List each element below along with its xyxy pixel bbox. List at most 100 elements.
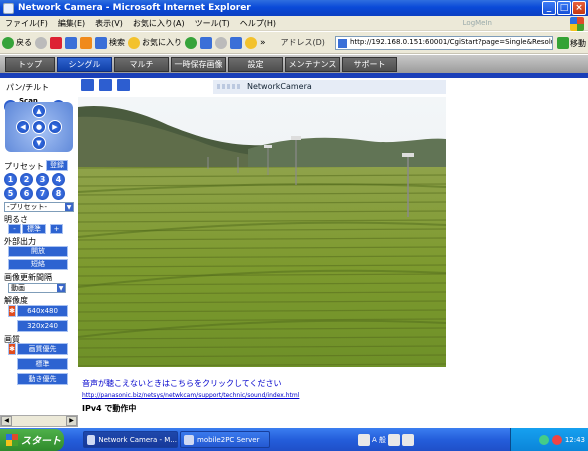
tab-support[interactable]: サポート [342, 56, 397, 72]
pan-tilt-pad: ▲ ◀ ● ▶ ▼ [5, 102, 73, 152]
motion-priority-button[interactable]: 動き優先 [17, 373, 68, 385]
pan-right-button[interactable]: ▶ [48, 120, 62, 134]
menu-favorites[interactable]: お気に入り(A) [128, 18, 190, 29]
close-button[interactable]: × [572, 1, 586, 15]
refresh-icon[interactable] [65, 36, 77, 49]
page-icon [338, 39, 347, 48]
tilt-up-button[interactable]: ▲ [32, 104, 46, 118]
ipv4-status: IPv4 で動作中 [82, 404, 137, 413]
menu-tools[interactable]: ツール(T) [190, 18, 235, 29]
zoom-icon[interactable] [98, 78, 113, 92]
menu-edit[interactable]: 編集(E) [53, 18, 90, 29]
camera-title-bar: NetworkCamera [213, 80, 446, 94]
windows-flag-icon [6, 433, 18, 446]
folder-icon[interactable] [245, 36, 257, 49]
resolution-320-button[interactable]: 320x240 [17, 320, 68, 332]
camera-live-image[interactable] [78, 97, 446, 367]
ime-icon[interactable] [358, 433, 370, 446]
preset-7-button[interactable]: 7 [36, 187, 49, 200]
search-icon [95, 36, 107, 49]
speaker-icon[interactable] [116, 78, 131, 92]
go-arrow-icon [557, 37, 569, 49]
horizontal-scrollbar[interactable]: ◀ ▶ [0, 415, 78, 427]
camera-name: NetworkCamera [247, 82, 312, 91]
chevron-down-icon: ▼ [57, 284, 65, 292]
menu-file[interactable]: ファイル(F) [0, 18, 53, 29]
preset-4-button[interactable]: 4 [52, 173, 65, 186]
ime-mode[interactable]: A 般 [372, 435, 386, 445]
taskbar-item-network-camera[interactable]: Network Camera - M... [83, 431, 178, 448]
home-position-button[interactable]: ● [32, 120, 46, 134]
go-button[interactable]: 移動 [557, 36, 588, 50]
server-icon [184, 434, 194, 445]
security-icon[interactable] [551, 434, 562, 445]
tab-settings[interactable]: 設定 [228, 56, 283, 72]
network-icon[interactable] [538, 434, 549, 445]
tab-saved-images[interactable]: 一時保存画像 [171, 56, 226, 72]
sound-help-link[interactable]: 音声が聴こえないときはこちらをクリックしてください [82, 378, 282, 389]
preset-select[interactable]: -プリセット- ▼ [4, 202, 74, 212]
star-icon [128, 36, 140, 49]
tab-multi[interactable]: マルチ [114, 56, 169, 72]
home-icon[interactable] [80, 36, 92, 49]
brightness-plus-button[interactable]: + [50, 224, 63, 234]
toolbar-chevron[interactable]: » [260, 38, 266, 48]
preset-3-button[interactable]: 3 [36, 173, 49, 186]
tea-field-image [78, 97, 446, 367]
refresh-interval-label: 画像更新間隔 [4, 273, 52, 282]
scroll-left-icon[interactable]: ◀ [1, 416, 12, 426]
ime-pad-icon[interactable] [388, 433, 401, 446]
camera-toolbar: NetworkCamera [78, 78, 446, 96]
system-tray: 12:43 [510, 428, 588, 451]
tab-maintenance[interactable]: メンテナンス [285, 56, 340, 72]
menu-view[interactable]: 表示(V) [90, 18, 128, 29]
selected-mark-icon: ✱ [8, 305, 16, 317]
preset-5-button[interactable]: 5 [4, 187, 17, 200]
camera-nav-bar: トップ シングル マルチ 一時保存画像 設定 メンテナンス サポート [0, 55, 588, 73]
print-icon[interactable] [230, 36, 242, 49]
sound-url-link[interactable]: http://panasonic.biz/netsys/netwkcam/sup… [82, 392, 299, 399]
tab-top[interactable]: トップ [5, 56, 55, 72]
preset-register-button[interactable]: 登録 [46, 160, 68, 171]
brightness-standard-button[interactable]: 標準 [22, 224, 46, 234]
tab-single[interactable]: シングル [57, 56, 112, 72]
scroll-right-icon[interactable]: ▶ [66, 416, 77, 426]
selected-mark-icon: ✱ [8, 343, 16, 355]
tilt-down-button[interactable]: ▼ [32, 136, 46, 150]
ime-bar: A 般 [358, 431, 488, 448]
forward-icon[interactable] [35, 36, 47, 49]
quality-priority-button[interactable]: 画質優先 [17, 343, 68, 355]
snapshot-camera-icon[interactable] [80, 78, 95, 92]
ie-icon [87, 434, 96, 445]
minimize-button[interactable]: _ [542, 1, 556, 15]
search-button[interactable]: 検索 [95, 36, 125, 49]
favorites-button[interactable]: お気に入り [128, 36, 182, 49]
history-icon[interactable] [200, 36, 212, 49]
pan-left-button[interactable]: ◀ [16, 120, 30, 134]
quality-standard-button[interactable]: 標準 [17, 358, 68, 370]
start-button[interactable]: スタート [0, 428, 64, 451]
taskbar-item-mobile2pc[interactable]: mobile2PC Server [180, 431, 270, 448]
preset-2-button[interactable]: 2 [20, 173, 33, 186]
preset-1-button[interactable]: 1 [4, 173, 17, 186]
back-button[interactable]: 戻る [2, 36, 32, 49]
output-open-button[interactable]: 開放 [8, 246, 68, 257]
stop-icon[interactable] [50, 36, 62, 49]
preset-8-button[interactable]: 8 [52, 187, 65, 200]
mail-icon[interactable] [215, 36, 227, 49]
maximize-button[interactable]: □ [557, 1, 571, 15]
windows-logo-icon [570, 17, 584, 31]
output-short-button[interactable]: 短絡 [8, 259, 68, 270]
refresh-interval-select[interactable]: 動画 ▼ [8, 283, 66, 293]
preset-6-button[interactable]: 6 [20, 187, 33, 200]
menu-help[interactable]: ヘルプ(H) [235, 18, 281, 29]
pan-tilt-label: パン/チルト [6, 83, 50, 92]
brightness-minus-button[interactable]: - [8, 224, 21, 234]
logmein-overlay-text: LogMeIn [462, 19, 492, 27]
menu-bar: ファイル(F) 編集(E) 表示(V) お気に入り(A) ツール(T) ヘルプ(… [0, 16, 588, 31]
address-input[interactable]: http://192.168.0.151:60001/CgiStart?page… [335, 36, 553, 50]
title-decoration [217, 84, 241, 89]
media-icon[interactable] [185, 36, 197, 49]
resolution-640-button[interactable]: 640x480 [17, 305, 68, 317]
ime-help-icon[interactable] [402, 433, 415, 446]
